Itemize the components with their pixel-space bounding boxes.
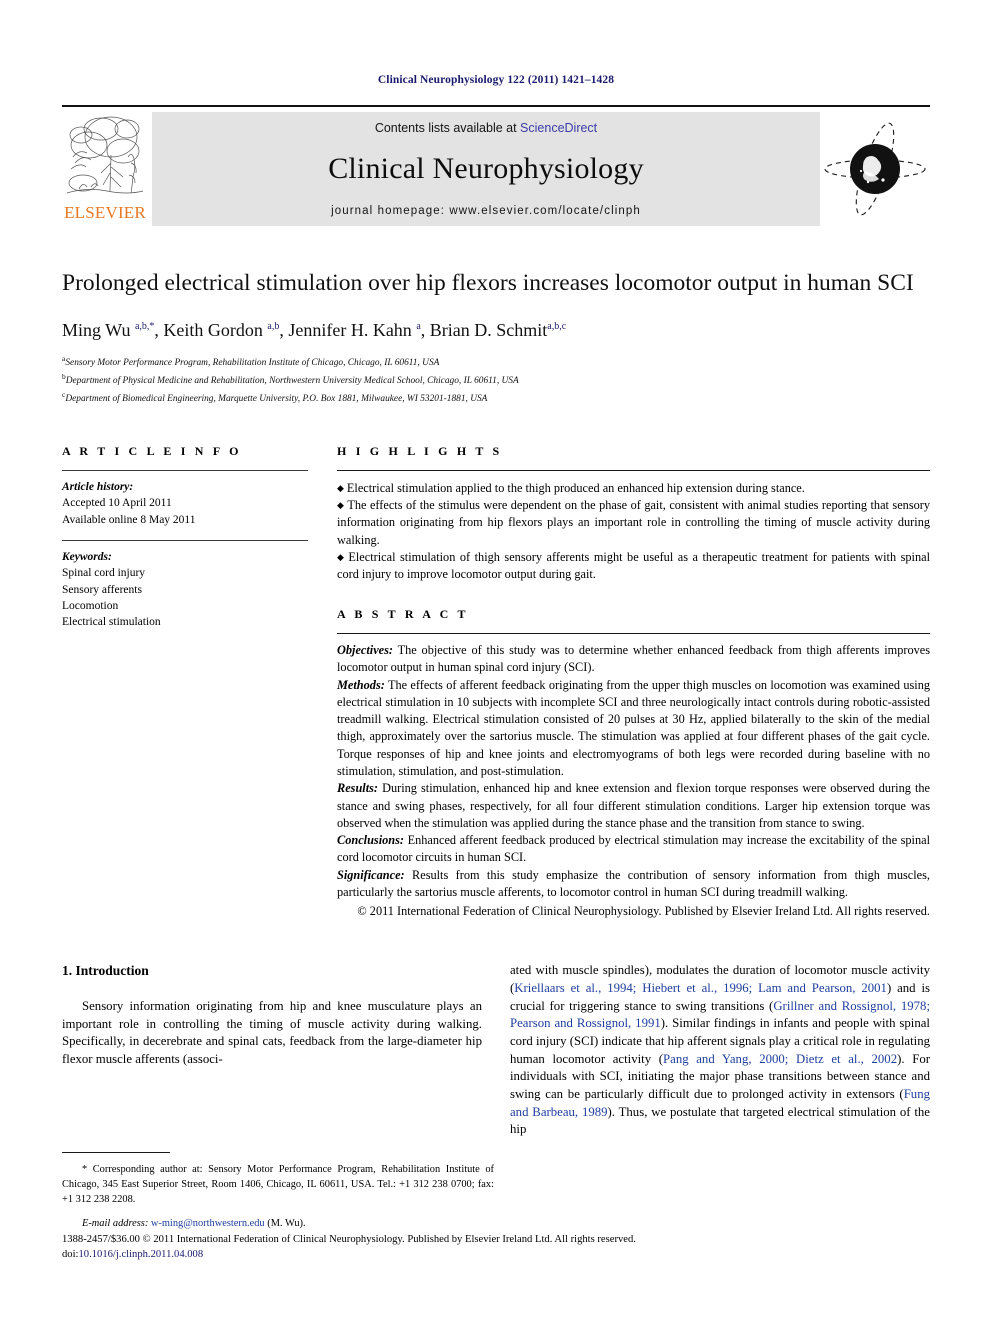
sciencedirect-link[interactable]: ScienceDirect <box>520 121 597 135</box>
abstract-section: Significance: Results from this study em… <box>337 867 930 902</box>
keywords-group: Keywords: Spinal cord injury Sensory aff… <box>62 541 308 631</box>
keyword-item: Sensory afferents <box>62 583 142 596</box>
introduction-paragraph-continued: ated with muscle spindles), modulates th… <box>510 962 930 1139</box>
abstract-section-text: The objective of this study was to deter… <box>337 643 930 675</box>
highlights-heading: H I G H L I G H T S <box>337 443 503 458</box>
highlight-text: Electrical stimulation applied to the th… <box>346 480 805 495</box>
article-history-label: Article history: <box>62 480 134 493</box>
highlights-abstract-column: H I G H L I G H T S ◆ Electrical stimulat… <box>308 444 930 920</box>
info-and-abstract-grid: A R T I C L E I N F O Article history: A… <box>62 444 930 920</box>
email-link[interactable]: w-ming@northwestern.edu <box>151 1218 265 1229</box>
citation-link[interactable]: Pang and Yang, 2000; Dietz et al., 2002 <box>663 1052 897 1066</box>
citation-link[interactable]: Kriellaars et al., 1994; Hiebert et al.,… <box>514 981 887 995</box>
abstract-section: Conclusions: Enhanced afferent feedback … <box>337 832 930 867</box>
email-label: E-mail address: <box>82 1218 149 1230</box>
doi-value[interactable]: 10.1016/j.clinph.2011.04.008 <box>78 1249 203 1260</box>
introduction-columns: 1. Introduction Sensory information orig… <box>62 962 930 1139</box>
elsevier-logo: ELSEVIER <box>62 107 148 230</box>
introduction-left-column: 1. Introduction Sensory information orig… <box>62 962 482 1139</box>
running-head: Clinical Neurophysiology 122 (2011) 1421… <box>377 74 615 86</box>
email-suffix: (M. Wu). <box>264 1218 306 1230</box>
highlight-item: ◆ The effects of the stimulus were depend… <box>337 497 930 549</box>
issn-copyright-line: 1388-2457/$36.00 © 2011 International Fe… <box>62 1234 636 1245</box>
doi-line: doi:10.1016/j.clinph.2011.04.008 <box>62 1247 930 1262</box>
elsevier-tree-icon <box>66 116 144 194</box>
bullet-icon: ◆ <box>337 482 344 493</box>
journal-banner: Contents lists available at ScienceDirec… <box>152 112 820 226</box>
email-line: E-mail address: w-ming@northwestern.edu … <box>62 1217 494 1232</box>
abstract-section-label: Conclusions: <box>337 833 404 848</box>
abstract-heading: A B S T R A C T <box>337 607 469 622</box>
bullet-icon: ◆ <box>337 551 346 562</box>
keyword-item: Electrical stimulation <box>62 616 161 629</box>
ifcn-globe-icon <box>824 122 926 215</box>
abstract-section-label: Significance: <box>337 867 405 882</box>
title-block: Prolonged electrical stimulation over hi… <box>62 268 930 407</box>
affiliation-item: aSensory Motor Performance Program, Reha… <box>62 353 930 371</box>
doi-prefix: doi: <box>62 1249 79 1261</box>
affiliation-list: aSensory Motor Performance Program, Reha… <box>62 353 930 407</box>
corresponding-author-text: * Corresponding author at: Sensory Motor… <box>62 1164 494 1205</box>
affiliation-item: cDepartment of Biomedical Engineering, M… <box>62 389 930 407</box>
abstract-section-label: Methods: <box>337 677 385 692</box>
footnote-body: * Corresponding author at: Sensory Motor… <box>62 1163 494 1232</box>
abstract-copyright: © 2011 International Federation of Clini… <box>357 904 930 919</box>
abstract-section-label: Objectives: <box>337 643 393 658</box>
journal-title: Clinical Neurophysiology <box>328 152 644 185</box>
contents-available-line: Contents lists available at ScienceDirec… <box>375 121 597 135</box>
journal-masthead: ELSEVIER Contents lists available at Sci… <box>62 105 930 230</box>
corresponding-author-footnote: * Corresponding author at: Sensory Motor… <box>62 1152 494 1242</box>
abstract-section: Results: During stimulation, enhanced hi… <box>337 780 930 832</box>
keywords-label: Keywords: <box>62 550 112 563</box>
keyword-item: Locomotion <box>62 599 119 612</box>
journal-article-page: Clinical Neurophysiology 122 (2011) 1421… <box>0 0 992 1323</box>
journal-emblem <box>820 107 930 230</box>
affiliation-text: Department of Biomedical Engineering, Ma… <box>65 394 488 404</box>
highlight-item: ◆ Electrical stimulation of thigh sensory… <box>337 549 930 583</box>
abstract-body: Objectives: The objective of this study … <box>337 634 930 920</box>
abstract-section-text: Results from this study emphasize the co… <box>337 867 930 899</box>
footnote-divider <box>62 1152 170 1153</box>
affiliation-text: Sensory Motor Performance Program, Rehab… <box>65 357 440 368</box>
author-list: Ming Wu a,b,*, Keith Gordon a,b, Jennife… <box>62 320 567 341</box>
abstract-section-text: Enhanced afferent feedback produced by e… <box>337 833 930 865</box>
abstract-section-label: Results: <box>337 781 378 796</box>
elsevier-wordmark: ELSEVIER <box>64 203 146 222</box>
article-info-column: A R T I C L E I N F O Article history: A… <box>62 444 308 920</box>
bullet-icon: ◆ <box>337 500 345 511</box>
page-footer: 1388-2457/$36.00 © 2011 International Fe… <box>62 1232 930 1263</box>
journal-homepage-line[interactable]: journal homepage: www.elsevier.com/locat… <box>331 205 641 217</box>
article-info-heading: A R T I C L E I N F O <box>62 443 242 458</box>
contents-prefix: Contents lists available at <box>374 121 521 135</box>
article-history-item: Available online 8 May 2011 <box>62 513 196 526</box>
abstract-section-text: During stimulation, enhanced hip and kne… <box>337 781 930 830</box>
article-title: Prolonged electrical stimulation over hi… <box>62 270 914 296</box>
introduction-right-column: ated with muscle spindles), modulates th… <box>510 962 930 1139</box>
highlight-text: The effects of the stimulus were depende… <box>337 498 930 547</box>
abstract-section-text: The effects of afferent feedback origina… <box>337 677 930 778</box>
abstract-section: Methods: The effects of afferent feedbac… <box>337 677 930 781</box>
affiliation-item: bDepartment of Physical Medicine and Reh… <box>62 371 930 389</box>
abstract-section: Objectives: The objective of this study … <box>337 642 930 677</box>
highlights-list: ◆ Electrical stimulation applied to the t… <box>337 471 930 583</box>
highlight-item: ◆ Electrical stimulation applied to the t… <box>337 480 930 497</box>
article-history-group: Article history: Accepted 10 April 2011 … <box>62 471 308 528</box>
introduction-paragraph: Sensory information originating from hip… <box>62 999 482 1066</box>
highlight-text: Electrical stimulation of thigh sensory … <box>337 549 930 581</box>
affiliation-text: Department of Physical Medicine and Reha… <box>65 375 519 386</box>
article-history-item: Accepted 10 April 2011 <box>62 497 172 510</box>
keyword-item: Spinal cord injury <box>62 567 146 580</box>
introduction-heading: 1. Introduction <box>62 963 149 979</box>
